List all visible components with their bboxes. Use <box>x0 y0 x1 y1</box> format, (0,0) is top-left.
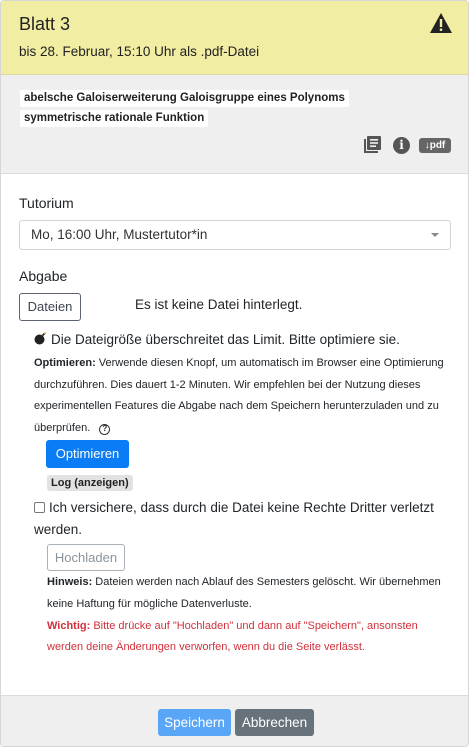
consent-checkbox[interactable] <box>34 502 45 513</box>
download-pdf-icon[interactable]: ↓pdf <box>419 138 451 153</box>
tag[interactable]: Galoisgruppe eines Polynoms <box>176 90 349 107</box>
tutorium-selected-value: Mo, 16:00 Uhr, Mustertutor*in <box>31 227 208 242</box>
size-warning: Die Dateigröße überschreitet das Limit. … <box>34 332 400 347</box>
tutorium-select[interactable]: Mo, 16:00 Uhr, Mustertutor*in <box>19 220 451 250</box>
tags-area: abelsche Galoiserweiterung Galoisgruppe … <box>1 75 468 174</box>
consent-row: Ich versichere, dass durch die Datei kei… <box>34 497 454 540</box>
book-icon[interactable] <box>363 136 381 154</box>
size-warning-text: Die Dateigröße überschreitet das Limit. … <box>51 332 400 347</box>
warning-triangle-icon <box>430 13 452 33</box>
upload-button[interactable]: Hochladen <box>47 544 125 571</box>
footer: Speichern Abbrechen <box>1 695 468 746</box>
notes: Hinweis: Dateien werden nach Ablauf des … <box>47 572 447 659</box>
abgabe-label: Abgabe <box>19 268 68 284</box>
tag[interactable]: abelsche Galoiserweiterung <box>20 90 181 107</box>
caret-down-icon <box>431 233 439 237</box>
optimize-description: Optimieren: Verwende diesen Knopf, um au… <box>34 353 444 440</box>
optimize-text: Verwende diesen Knopf, um automatisch im… <box>34 357 444 435</box>
save-button[interactable]: Speichern <box>158 709 231 736</box>
optimize-button[interactable]: Optimieren <box>46 440 129 468</box>
cancel-button[interactable]: Abbrechen <box>235 709 314 736</box>
sheet-title: Blatt 3 <box>19 14 71 34</box>
consent-text: Ich versichere, dass durch die Datei kei… <box>34 500 434 537</box>
important-note: Wichtig: Bitte drücke auf "Hochladen" un… <box>47 616 447 660</box>
sheet-header: Blatt 3 bis 28. Februar, 15:10 Uhr als .… <box>1 1 468 75</box>
tag[interactable]: symmetrische rationale Funktion <box>20 110 209 127</box>
files-button[interactable]: Dateien <box>19 293 81 321</box>
bomb-icon <box>34 332 46 345</box>
deadline-text: bis 28. Februar, 15:10 Uhr als .pdf-Date… <box>19 44 260 59</box>
submission-card: Blatt 3 bis 28. Februar, 15:10 Uhr als .… <box>0 0 469 747</box>
log-badge[interactable]: Log (anzeigen) <box>47 475 133 491</box>
info-icon[interactable]: i <box>393 137 410 154</box>
hint-text: Dateien werden nach Ablauf des Semesters… <box>47 576 441 610</box>
no-file-text: Es ist keine Datei hinterlegt. <box>135 297 303 312</box>
help-icon[interactable]: ? <box>99 424 111 436</box>
optimize-label: Optimieren: <box>34 357 96 369</box>
tutorium-label: Tutorium <box>19 195 74 211</box>
important-text: Bitte drücke auf "Hochladen" und dann au… <box>47 619 418 654</box>
important-label: Wichtig: <box>47 619 91 632</box>
hint-note: Hinweis: Dateien werden nach Ablauf des … <box>47 572 447 616</box>
hint-label: Hinweis: <box>47 576 93 588</box>
